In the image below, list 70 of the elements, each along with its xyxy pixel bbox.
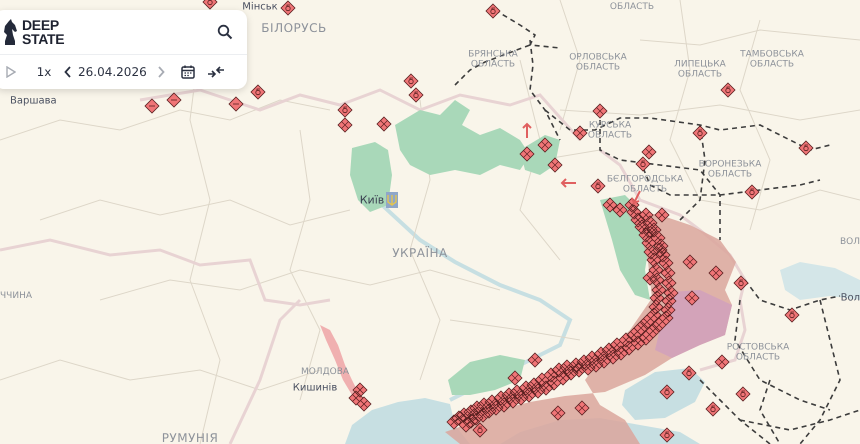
marker-icon[interactable] <box>590 178 606 194</box>
previous-button[interactable] <box>64 66 72 78</box>
trident-icon <box>386 192 398 208</box>
arrow-icon <box>560 178 577 188</box>
marker-icon[interactable] <box>280 0 296 16</box>
region-label: ЛИПЕЦЬКА ОБЛАСТЬ <box>674 60 726 80</box>
speed-button[interactable]: 1x <box>32 65 56 79</box>
marker-icon[interactable] <box>659 384 675 400</box>
marker-icon[interactable] <box>144 98 160 114</box>
marker-icon[interactable] <box>376 116 392 132</box>
city-label: Мінськ <box>242 1 278 13</box>
marker-icon[interactable] <box>202 0 218 10</box>
marker-icon[interactable] <box>733 275 749 291</box>
marker-icon[interactable] <box>705 401 721 417</box>
marker-icon[interactable] <box>408 87 424 103</box>
marker-icon[interactable] <box>744 184 760 200</box>
marker-icon[interactable] <box>735 386 751 402</box>
marker-icon[interactable] <box>692 125 708 141</box>
marker-icon[interactable] <box>537 137 553 153</box>
marker-icon[interactable] <box>714 354 730 370</box>
collapse-arrows-icon[interactable] <box>206 65 225 79</box>
country-label: УКРАЇНА <box>392 247 448 261</box>
region-label: ТАМБОВСЬКА ОБЛАСТЬ <box>740 50 804 70</box>
search-icon[interactable] <box>217 24 233 40</box>
marker-icon[interactable] <box>635 156 651 172</box>
region-label: ЧЧИНА <box>0 290 32 302</box>
region-label: ВОРОНЕЗЬКА ОБЛАСТЬ <box>698 160 762 180</box>
city-label: Вол <box>840 292 860 304</box>
marker-icon[interactable] <box>527 352 543 368</box>
marker-icon[interactable] <box>659 427 675 443</box>
region-label: ОРЛОВСЬКА ОБЛАСТЬ <box>569 52 627 74</box>
marker-icon[interactable] <box>684 290 700 306</box>
marker-icon[interactable] <box>550 405 566 421</box>
region-label: РОСТОВСЬКА ОБЛАСТЬ <box>726 342 790 364</box>
city-label: Варшава <box>10 95 57 107</box>
country-label: РУМУНІЯ <box>162 432 218 444</box>
marker-icon[interactable] <box>337 117 353 133</box>
marker-icon[interactable] <box>166 92 182 108</box>
date-label: 26.04.2026 <box>78 65 147 79</box>
capital-label: Київ <box>360 194 384 208</box>
marker-icon[interactable] <box>228 96 244 112</box>
marker-icon[interactable] <box>681 365 697 381</box>
calendar-icon[interactable] <box>180 65 195 79</box>
region-label: ОБЛАСТЬ <box>610 2 654 12</box>
marker-icon[interactable] <box>720 82 736 98</box>
marker-icon[interactable] <box>798 140 814 156</box>
marker-icon[interactable] <box>574 400 590 416</box>
country-label: БІЛОРУСЬ <box>261 22 327 36</box>
region-label: ВОЛ <box>840 236 860 248</box>
marker-icon[interactable] <box>708 265 724 281</box>
marker-cluster-drawing <box>348 382 372 412</box>
marker-icon[interactable] <box>592 103 608 119</box>
brand-name: DEEP STATE <box>22 18 66 46</box>
city-label: Кишинів <box>292 382 338 394</box>
arrow-icon <box>631 190 641 204</box>
marker-icon[interactable] <box>547 157 563 173</box>
marker-icon[interactable] <box>403 73 419 89</box>
marker-icon[interactable] <box>682 254 698 270</box>
marker-icon[interactable] <box>472 422 488 438</box>
marker-icon[interactable] <box>572 125 588 141</box>
marker-icon[interactable] <box>507 370 523 386</box>
chess-knight-icon <box>2 19 18 45</box>
marker-icon[interactable] <box>337 102 353 118</box>
region-label: БЄЛГОРОДСЬКА ОБЛАСТЬ <box>606 174 684 196</box>
marker-icon[interactable] <box>519 146 535 162</box>
arrow-icon <box>522 122 532 139</box>
marker-icon[interactable] <box>641 144 657 160</box>
marker-icon[interactable] <box>784 307 800 323</box>
marker-icon[interactable] <box>250 84 266 100</box>
marker-icon[interactable] <box>485 3 501 19</box>
